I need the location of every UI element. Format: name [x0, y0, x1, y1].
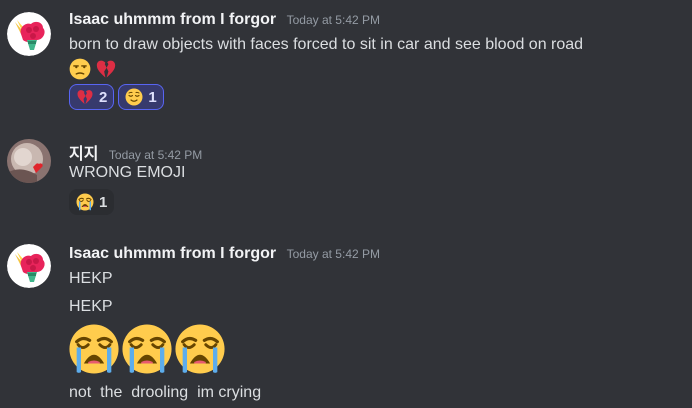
username[interactable]: 지지	[69, 146, 98, 163]
message-text: WRONG EMOJI	[69, 164, 186, 181]
avatar[interactable]	[7, 139, 51, 183]
loudly-crying-face-emoji	[68, 323, 120, 375]
avatar[interactable]	[7, 244, 51, 288]
inline-emojis	[69, 58, 117, 80]
big-emojis	[68, 323, 227, 375]
reaction-count: 2	[99, 88, 108, 106]
username[interactable]: Isaac uhmmm from I forgor	[69, 11, 276, 28]
relieved-face-emoji	[125, 88, 143, 106]
flower-bouquet-icon	[7, 244, 51, 288]
flower-bouquet-icon	[7, 12, 51, 56]
reaction-count: 1	[148, 88, 157, 106]
timestamp[interactable]: Today at 5:42 PM	[287, 13, 380, 27]
loudly-crying-face-emoji	[121, 323, 173, 375]
message-header: 지지 Today at 5:42 PM	[69, 140, 202, 164]
username[interactable]: Isaac uhmmm from I forgor	[69, 245, 276, 262]
loudly-crying-face-emoji	[174, 323, 226, 375]
message-text: born to draw objects with faces forced t…	[69, 36, 584, 53]
timestamp[interactable]: Today at 5:42 PM	[287, 247, 380, 261]
reactions: 2 1	[69, 84, 164, 110]
reactions: 1	[69, 189, 115, 215]
reaction-relieved[interactable]: 1	[118, 84, 164, 110]
reaction-count: 1	[99, 193, 108, 211]
unamused-face-emoji	[69, 58, 91, 80]
timestamp[interactable]: Today at 5:42 PM	[109, 148, 202, 162]
user-photo	[7, 139, 51, 183]
broken-heart-emoji	[76, 88, 94, 106]
reaction-loudly-crying[interactable]: 1	[69, 189, 115, 215]
message-text: not the drooling im crying	[69, 384, 262, 401]
avatar[interactable]	[7, 12, 51, 56]
reaction-broken-heart[interactable]: 2	[69, 84, 115, 110]
broken-heart-emoji	[95, 58, 117, 80]
message-header: Isaac uhmmm from I forgor Today at 5:42 …	[69, 11, 380, 29]
message-header: Isaac uhmmm from I forgor Today at 5:42 …	[69, 245, 380, 263]
message-text: HEKP	[69, 270, 113, 287]
loudly-crying-face-emoji	[76, 193, 94, 211]
message-text: HEKP	[69, 298, 113, 315]
